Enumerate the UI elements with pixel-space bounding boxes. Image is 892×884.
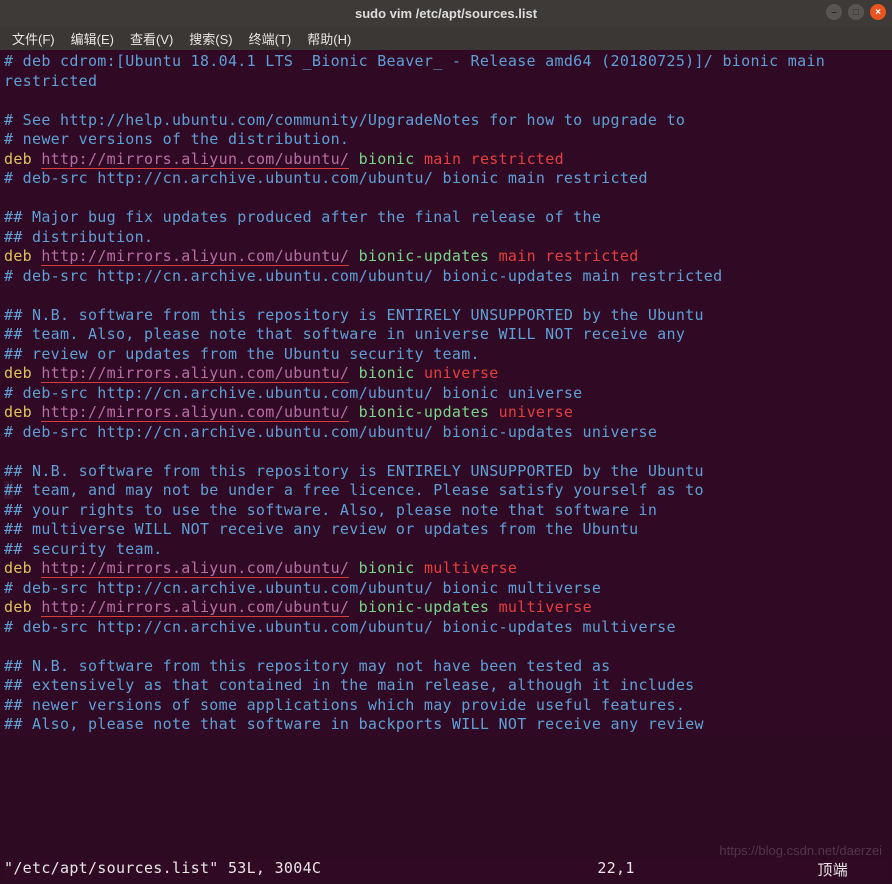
editor-line[interactable]: # deb-src http://cn.archive.ubuntu.com/u… (4, 618, 888, 638)
vim-statusbar: "/etc/apt/sources.list" 53L, 3004C 22,1 … (4, 859, 888, 880)
editor-line[interactable]: deb http://mirrors.aliyun.com/ubuntu/ bi… (4, 559, 888, 579)
editor-line[interactable]: ## distribution. (4, 228, 888, 248)
menubar: 文件(F) 编辑(E) 查看(V) 搜索(S) 终端(T) 帮助(H) (0, 26, 892, 50)
terminal-editor[interactable]: # deb cdrom:[Ubuntu 18.04.1 LTS _Bionic … (0, 50, 892, 737)
editor-line[interactable] (4, 189, 888, 209)
maximize-button[interactable]: □ (848, 4, 864, 20)
editor-line[interactable]: ## team, and may not be under a free lic… (4, 481, 888, 501)
editor-line[interactable]: # deb-src http://cn.archive.ubuntu.com/u… (4, 267, 888, 287)
editor-line[interactable]: deb http://mirrors.aliyun.com/ubuntu/ bi… (4, 598, 888, 618)
watermark: https://blog.csdn.net/daerzei (719, 843, 882, 858)
editor-line[interactable]: deb http://mirrors.aliyun.com/ubuntu/ bi… (4, 150, 888, 170)
editor-line[interactable]: ## Major bug fix updates produced after … (4, 208, 888, 228)
editor-line[interactable]: ## your rights to use the software. Also… (4, 501, 888, 521)
editor-line[interactable]: ## team. Also, please note that software… (4, 325, 888, 345)
editor-line[interactable]: ## N.B. software from this repository ma… (4, 657, 888, 677)
window-title: sudo vim /etc/apt/sources.list (355, 6, 537, 21)
menu-file[interactable]: 文件(F) (6, 27, 61, 50)
editor-line[interactable]: ## Also, please note that software in ba… (4, 715, 888, 735)
menu-search[interactable]: 搜索(S) (183, 27, 238, 50)
editor-line[interactable]: deb http://mirrors.aliyun.com/ubuntu/ bi… (4, 364, 888, 384)
menu-help[interactable]: 帮助(H) (301, 27, 357, 50)
editor-line[interactable]: ## extensively as that contained in the … (4, 676, 888, 696)
status-position: 顶端 (817, 859, 888, 880)
menu-edit[interactable]: 编辑(E) (65, 27, 120, 50)
window-controls: – □ × (826, 4, 886, 20)
editor-line[interactable]: # deb-src http://cn.archive.ubuntu.com/u… (4, 423, 888, 443)
editor-line[interactable]: deb http://mirrors.aliyun.com/ubuntu/ bi… (4, 247, 888, 267)
editor-line[interactable] (4, 286, 888, 306)
status-file-info: "/etc/apt/sources.list" 53L, 3004C (4, 859, 597, 880)
editor-line[interactable]: ## multiverse WILL NOT receive any revie… (4, 520, 888, 540)
editor-line[interactable]: ## newer versions of some applications w… (4, 696, 888, 716)
editor-line[interactable]: # deb cdrom:[Ubuntu 18.04.1 LTS _Bionic … (4, 52, 888, 91)
editor-line[interactable]: # deb-src http://cn.archive.ubuntu.com/u… (4, 169, 888, 189)
menu-view[interactable]: 查看(V) (124, 27, 179, 50)
editor-line[interactable]: ## review or updates from the Ubuntu sec… (4, 345, 888, 365)
editor-line[interactable]: ## N.B. software from this repository is… (4, 306, 888, 326)
editor-line[interactable] (4, 91, 888, 111)
editor-line[interactable]: # deb-src http://cn.archive.ubuntu.com/u… (4, 579, 888, 599)
editor-line[interactable]: deb http://mirrors.aliyun.com/ubuntu/ bi… (4, 403, 888, 423)
editor-line[interactable]: ## N.B. software from this repository is… (4, 462, 888, 482)
editor-line[interactable]: # newer versions of the distribution. (4, 130, 888, 150)
editor-line[interactable]: # deb-src http://cn.archive.ubuntu.com/u… (4, 384, 888, 404)
editor-line[interactable]: # See http://help.ubuntu.com/community/U… (4, 111, 888, 131)
menu-terminal[interactable]: 终端(T) (243, 27, 298, 50)
editor-line[interactable] (4, 637, 888, 657)
status-cursor-pos: 22,1 (597, 859, 817, 880)
window-titlebar: sudo vim /etc/apt/sources.list – □ × (0, 0, 892, 26)
close-button[interactable]: × (870, 4, 886, 20)
editor-line[interactable] (4, 442, 888, 462)
editor-line[interactable]: ## security team. (4, 540, 888, 560)
minimize-button[interactable]: – (826, 4, 842, 20)
